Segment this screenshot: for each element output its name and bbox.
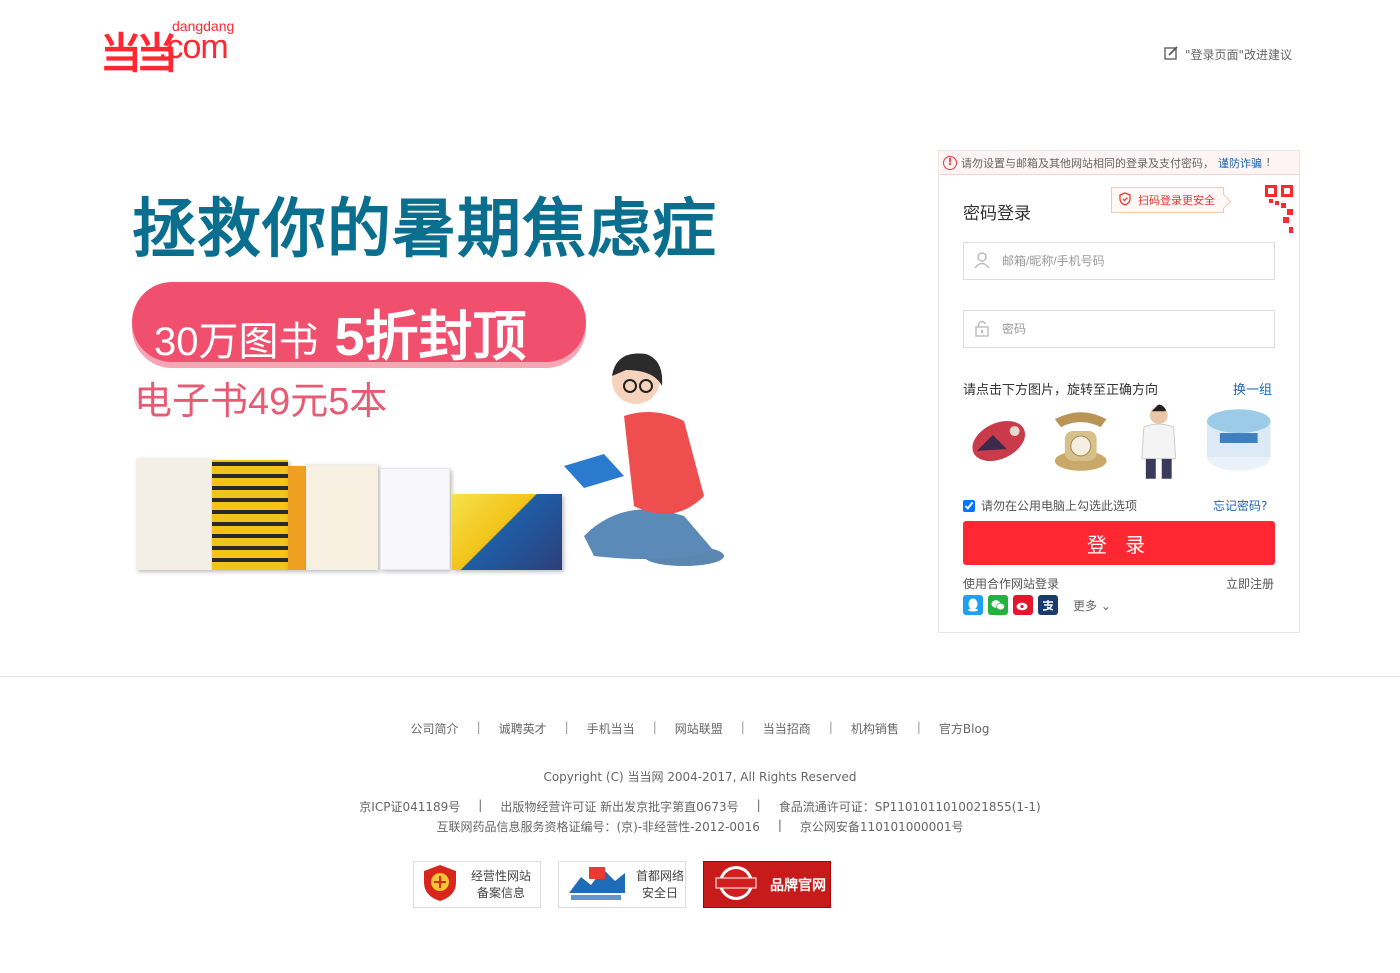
drug-info-license-link[interactable]: 互联网药品信息服务资格证编号：(京)-非经营性-2012-0016 [436,818,759,835]
book-cover [306,464,378,570]
username-field[interactable] [963,242,1275,280]
dangdang-logo[interactable]: 当当 dangdang .com [100,18,260,78]
license-row-1: 京ICP证041189号 | 出版物经营许可证 新出发京批字第直0673号 | 食品… [0,798,1400,815]
remember-checkbox[interactable] [963,499,975,512]
banner-headline: 拯救你的暑期焦虑症 [132,193,717,267]
red-shield-icon [422,864,458,905]
remember-label: 请勿在公用电脑上勾选此选项 [981,499,1138,513]
pill-text-big: 5折封顶 [334,307,527,367]
footer-separator: | [828,720,833,734]
qr-code-icon[interactable] [1239,183,1295,239]
security-warning: ! 请勿设置与邮箱及其他网站相同的登录及支付密码， 谨防诈骗 ! [939,151,1299,175]
book-cover [452,494,562,570]
footer-link-about[interactable]: 公司简介 [411,720,459,737]
partner-login-label: 使用合作网站登录 [963,577,1060,591]
certification-seal-icon [712,863,762,906]
footer-link-affiliate[interactable]: 网站联盟 [675,720,723,737]
chevron-down-icon: ⌄ [1100,598,1111,613]
password-field[interactable] [963,310,1275,348]
badge-line: 安全日 [641,885,678,900]
certification-badges: 经营性网站 备案信息 首都网络 安全日 品牌官网 [413,861,831,908]
book-cover [136,458,212,570]
wechat-icon[interactable] [988,595,1008,615]
pill-text: 30万图书 5折封顶 [154,292,527,371]
password-input[interactable] [1002,322,1272,336]
forgot-password-link[interactable]: 忘记密码? [1213,497,1267,514]
footer-separator: | [652,720,657,734]
anti-fraud-link[interactable]: 谨防诈骗 [1218,155,1262,171]
warning-text: 请勿设置与邮箱及其他网站相同的登录及支付密码， [961,156,1214,170]
remember-me[interactable]: 请勿在公用电脑上勾选此选项 [963,497,1137,514]
login-button[interactable]: 登 录 [963,521,1275,565]
footer-divider [0,676,1400,677]
book-cover [288,466,306,570]
password-login-title: 密码登录 [963,204,1031,224]
book-cover [212,460,288,570]
pill-text-small: 30万图书 [154,320,319,364]
user-icon [974,251,990,272]
banner-subtext: 电子书49元5本 [134,381,388,423]
license-row-2: 互联网药品信息服务资格证编号：(京)-非经营性-2012-0016 | 京公网安备… [0,818,1400,835]
badge-line: 备案信息 [476,885,525,900]
footer-link-merchants[interactable]: 当当招商 [763,720,811,737]
footer-separator: | [478,798,483,812]
footer-separator: | [740,720,745,734]
badge-text: 首都网络 安全日 [635,868,685,902]
lock-icon [974,319,990,340]
footer-separator: | [777,818,782,832]
more-label: 更多 [1073,598,1098,613]
girl-reading-illustration [564,353,724,566]
footer-separator: | [756,798,761,812]
banner-pill: 30万图书 5折封顶 [132,282,586,367]
footer-separator: | [476,720,481,734]
register-link[interactable]: 立即注册 [1226,575,1274,592]
copyright-text: Copyright (C) 当当网 2004-2017, All Rights … [543,770,857,784]
edit-icon [1163,45,1179,64]
footer-link-mobile[interactable]: 手机当当 [587,720,635,737]
business-website-badge[interactable]: 经营性网站 备案信息 [413,861,541,908]
promo-banner[interactable]: 拯救你的暑期焦虑症 30万图书 5折封顶 电子书49元5本 [128,170,728,580]
food-license-link[interactable]: 食品流通许可证：SP1101011010021855(1-1) [779,798,1041,815]
great-wall-icon [567,863,627,906]
warning-icon: ! [943,155,957,170]
login-panel: ! 请勿设置与邮箱及其他网站相同的登录及支付密码， 谨防诈骗 ! 密码登录 扫码… [938,150,1300,633]
captcha-images [963,401,1275,479]
username-input[interactable] [1002,254,1272,268]
brand-official-text: 品牌官网 [770,877,826,894]
footer-links: 公司简介 | 诚聘英才 | 手机当当 | 网站联盟 | 当当招商 | 机构销售 | 官方Bl… [0,720,1400,737]
capital-network-security-badge[interactable]: 首都网络 安全日 [558,861,686,908]
qr-login-tip[interactable]: 扫码登录更安全 [1111,187,1224,213]
footer-separator: | [916,720,921,734]
publication-license-link[interactable]: 出版物经营许可证 新出发京批字第直0673号 [500,798,738,815]
alipay-icon[interactable] [1038,595,1058,615]
weibo-icon[interactable] [1013,595,1033,615]
brand-official-site-badge[interactable]: 品牌官网 [703,861,831,908]
more-login-options[interactable]: 更多 ⌄ [1073,597,1111,614]
footer-link-institutional[interactable]: 机构销售 [851,720,899,737]
qq-icon[interactable] [963,595,983,615]
feedback-text: "登录页面"改进建议 [1185,48,1293,62]
feedback-link[interactable]: "登录页面"改进建议 [1163,45,1292,64]
captcha-image-bird[interactable] [963,401,1037,479]
footer-separator: | [564,720,569,734]
captcha-image-telephone[interactable] [1043,401,1117,479]
badge-text: 经营性网站 备案信息 [466,868,536,902]
icp-license-link[interactable]: 京ICP证041189号 [359,798,460,815]
logo-com-text: .com [158,28,229,66]
captcha-image-man[interactable] [1122,401,1196,479]
qr-tip-text: 扫码登录更安全 [1138,194,1215,207]
badge-line: 经营性网站 [470,868,531,883]
captcha-image-jar[interactable] [1202,401,1276,479]
social-login-row: 更多 ⌄ [963,595,1111,615]
captcha-instruction: 请点击下方图片，旋转至正确方向 [963,383,1159,398]
captcha-refresh-link[interactable]: 换一组 [1233,379,1272,398]
badge-line: 首都网络 [635,868,684,883]
warning-end: ! [1266,156,1271,169]
police-record-link[interactable]: 京公网安备110101000001号 [800,818,964,835]
shield-icon [1118,191,1132,209]
footer-link-careers[interactable]: 诚聘英才 [499,720,547,737]
book-stack-illustration [136,450,576,570]
book-cover [380,468,450,570]
footer-link-blog[interactable]: 官方Blog [939,720,990,737]
